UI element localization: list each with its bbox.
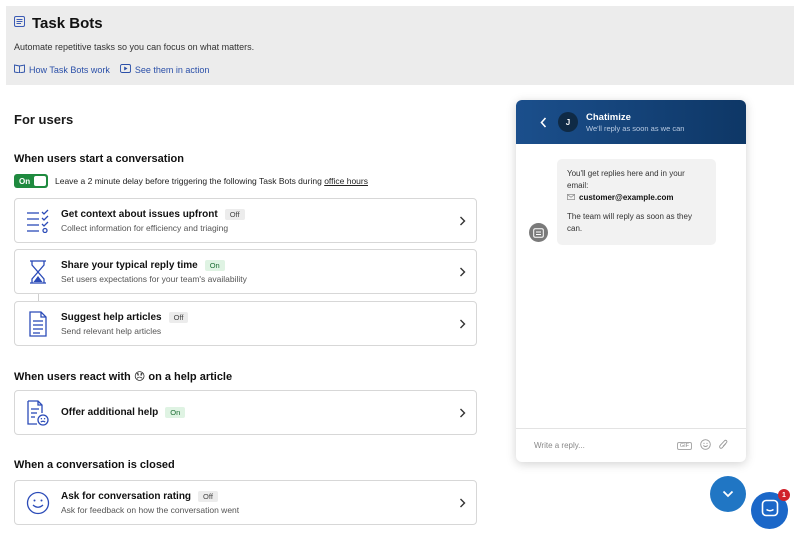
for-users-heading: For users [14,112,74,127]
office-hours-link[interactable]: office hours [324,176,368,186]
react-heading-after: on a help article [148,371,233,383]
page-header: Task Bots Automate repetitive tasks so y… [6,6,794,85]
toggle-knob [34,176,46,186]
card-title: Offer additional help [61,407,159,418]
delay-row: On Leave a 2 minute delay before trigger… [14,174,368,188]
card-text: Get context about issues upfront Off Col… [61,208,448,233]
card-additional-help[interactable]: Offer additional help On [14,390,477,435]
card-reply-time[interactable]: Share your typical reply time On Set use… [14,249,477,294]
card-title: Share your typical reply time [61,259,198,271]
header-links: How Task Bots work See them in action [14,64,209,75]
book-icon [14,64,25,75]
chat-icon [761,499,779,522]
card-text: Share your typical reply time On Set use… [61,259,448,284]
messenger-preview: J Chatimize We'll reply as soon as we ca… [516,100,746,462]
messenger-status: We'll reply as soon as we can [586,123,685,133]
card-subtitle: Set users expectations for your team's a… [61,273,247,284]
notification-badge: 1 [778,489,790,501]
avatar: J [558,112,578,132]
closed-heading: When a conversation is closed [14,459,175,471]
chevron-right-icon [448,267,476,277]
status-badge: Off [224,208,245,220]
card-subtitle: Send relevant help articles [61,325,162,336]
delay-toggle[interactable]: On [14,174,48,188]
card-get-context[interactable]: Get context about issues upfront Off Col… [14,198,477,243]
header-title-row: Task Bots [14,14,103,32]
composer-icons: GIF [676,437,728,455]
how-task-bots-work-label: How Task Bots work [29,64,110,75]
card-title-row: Ask for conversation rating Off [61,490,448,502]
start-conversation-heading: When users start a conversation [14,153,184,165]
chevron-right-icon [448,498,476,508]
messenger-header: J Chatimize We'll reply as soon as we ca… [516,100,746,144]
see-them-in-action-label: See them in action [134,64,210,75]
card-connector [38,294,39,301]
status-badge: Off [168,311,189,323]
card-title-row: Share your typical reply time On [61,259,448,271]
card-title-row: Suggest help articles Off [61,311,448,323]
document-face-icon [15,391,61,434]
play-icon [119,64,131,75]
chevron-right-icon [448,408,476,418]
sad-face-emoji: 😞 [133,371,146,383]
document-icon [15,302,61,345]
minimize-messenger-button[interactable] [710,476,746,512]
see-them-in-action-link[interactable]: See them in action [119,64,210,75]
message-intro: You'll get replies here and in your emai… [567,169,685,190]
card-title: Get context about issues upfront [61,208,218,220]
messenger-app-name: Chatimize [586,111,631,123]
messenger-title-block: Chatimize We'll reply as soon as we can [586,112,684,133]
status-badge: Off [198,490,218,502]
card-title: Suggest help articles [61,311,162,323]
task-bots-icon [14,14,25,32]
smiley-icon [15,481,61,524]
card-subtitle: Ask for feedback on how the conversation… [61,504,240,515]
reply-input[interactable]: Write a reply... [534,441,677,450]
card-title: Ask for conversation rating [61,490,192,502]
emoji-icon[interactable] [700,437,711,455]
card-conversation-rating[interactable]: Ask for conversation rating Off Ask for … [14,480,477,525]
back-icon[interactable] [536,116,550,128]
message-email-row: customer@example.com [567,192,706,204]
delay-description: Leave a 2 minute delay before triggering… [55,176,322,186]
card-title-row: Offer additional help On [61,407,448,418]
attachment-icon[interactable] [719,437,728,455]
chevron-down-icon [722,485,734,503]
status-badge: On [165,407,186,418]
gif-button[interactable]: GIF [676,441,692,450]
react-heading-before: When users react with [14,371,131,383]
card-text: Offer additional help On [61,407,448,418]
toggle-label: On [19,176,31,186]
chevron-right-icon [448,319,476,329]
card-subtitle: Collect information for efficiency and t… [61,222,229,233]
delay-text: Leave a 2 minute delay before triggering… [55,176,368,186]
card-help-articles[interactable]: Suggest help articles Off Send relevant … [14,301,477,346]
bot-avatar-icon [529,223,548,242]
reply-composer: Write a reply... GIF [516,428,746,462]
hourglass-icon [15,250,61,293]
how-task-bots-work-link[interactable]: How Task Bots work [14,64,110,75]
message-outro: The team will reply as soon as they can. [567,212,692,233]
page-description: Automate repetitive tasks so you can foc… [14,42,255,52]
status-badge: On [204,259,225,271]
page-title: Task Bots [32,14,103,32]
checklist-icon [15,199,61,242]
card-title-row: Get context about issues upfront Off [61,208,448,220]
message-bubble: You'll get replies here and in your emai… [557,159,716,245]
react-heading: When users react with 😞 on a help articl… [14,370,232,383]
card-text: Ask for conversation rating Off Ask for … [61,490,448,515]
mail-icon [567,192,575,204]
chevron-right-icon [448,216,476,226]
message-email: customer@example.com [579,193,674,202]
card-text: Suggest help articles Off Send relevant … [61,311,448,336]
